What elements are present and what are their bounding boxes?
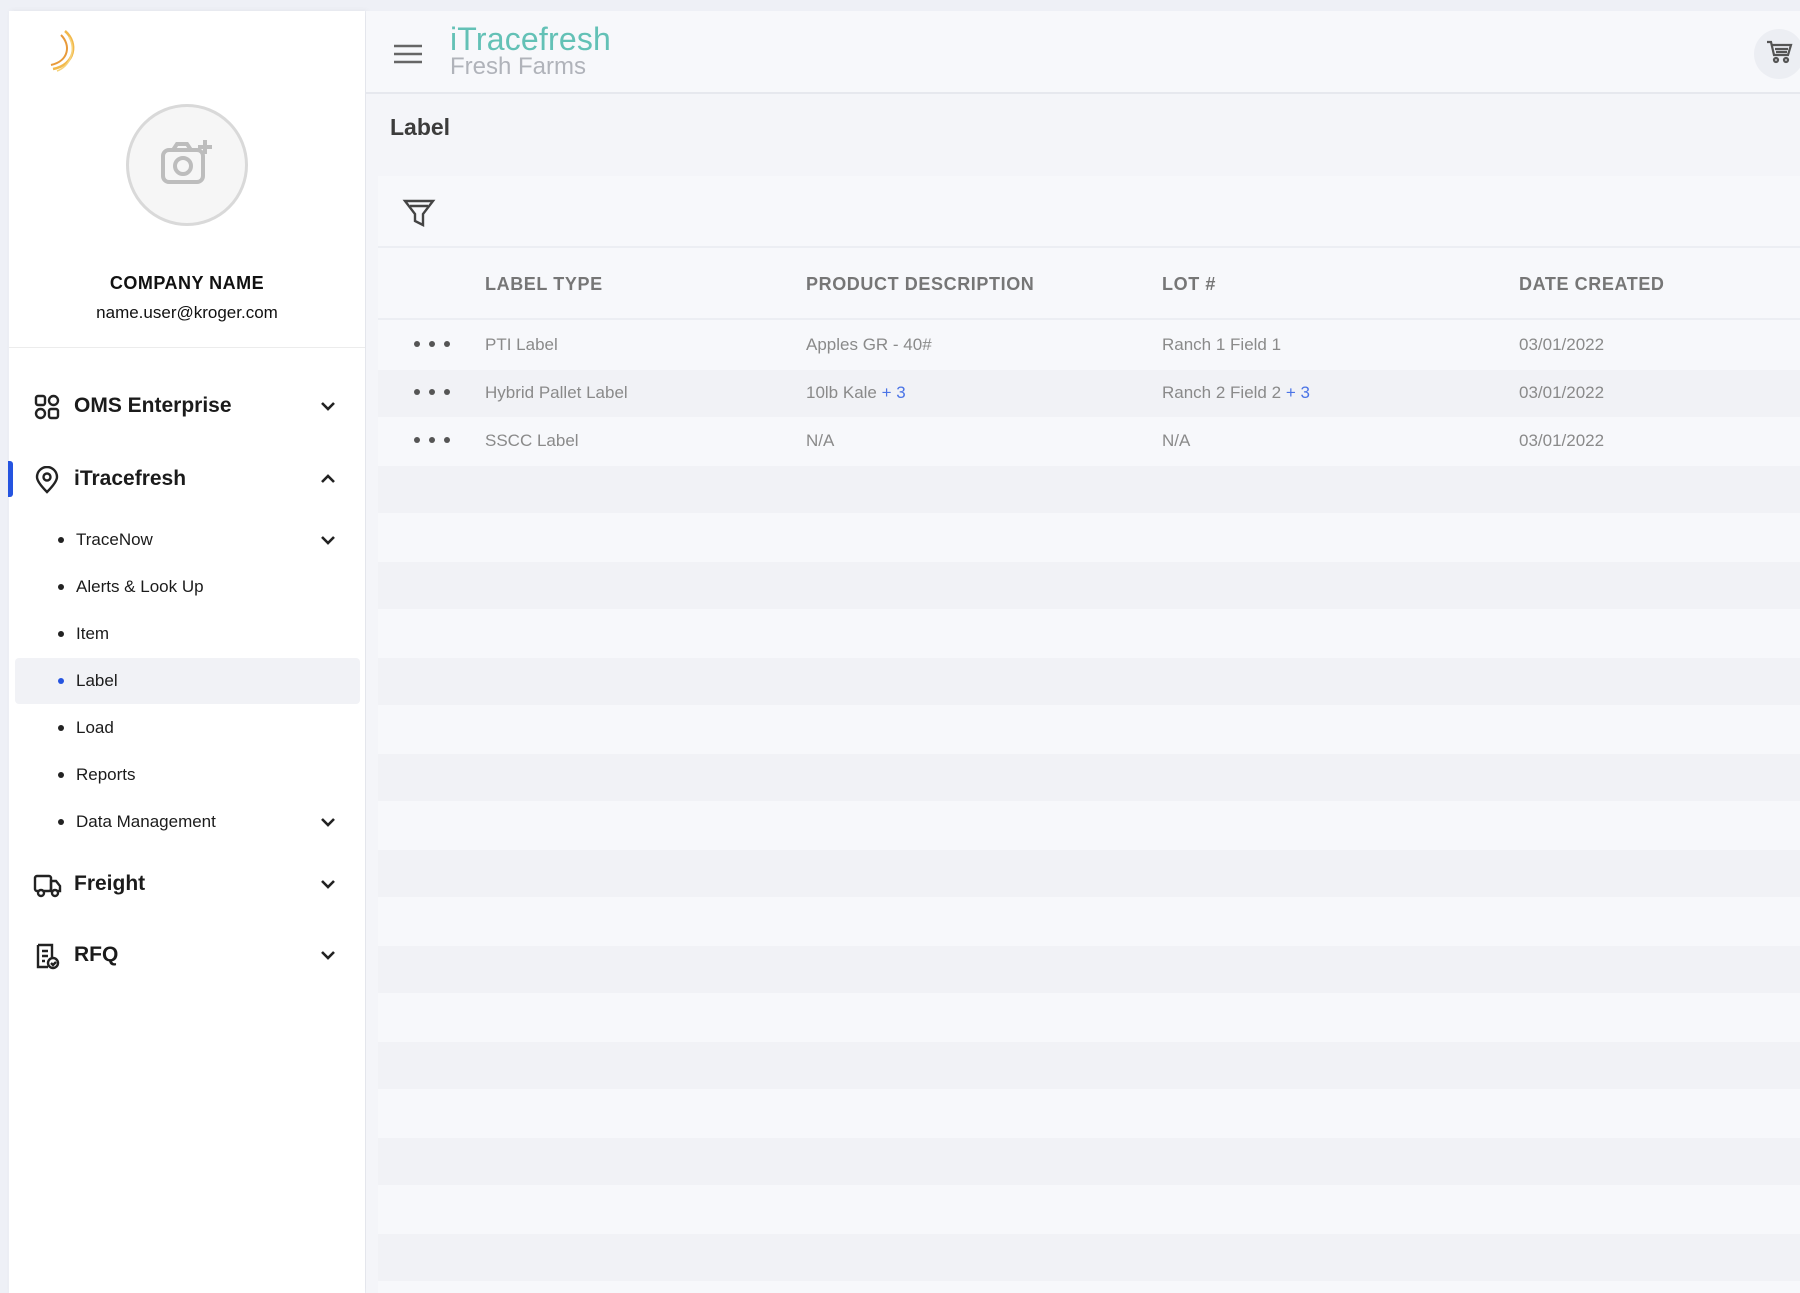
bullet bbox=[58, 631, 64, 637]
document-check-icon bbox=[33, 942, 61, 970]
sidebar-item-alerts-look-up[interactable]: Alerts & Look Up bbox=[15, 564, 360, 610]
location-pin-icon bbox=[33, 465, 61, 494]
empty-row-stripe bbox=[378, 1138, 1800, 1185]
nav-section-rfq[interactable]: RFQ bbox=[9, 930, 365, 980]
cell-date-created: 03/01/2022 bbox=[1519, 335, 1605, 354]
product-text: Apples GR - 40# bbox=[806, 335, 932, 354]
empty-row-stripe bbox=[378, 562, 1800, 609]
truck-icon bbox=[33, 871, 62, 899]
sidebar-item-tracenow[interactable]: TraceNow bbox=[15, 517, 360, 563]
sidebar-item-item[interactable]: Item bbox=[15, 611, 360, 657]
cell-label-type: Hybrid Pallet Label bbox=[485, 383, 628, 402]
lot-text: N/A bbox=[1162, 431, 1191, 450]
empty-row-stripe bbox=[378, 466, 1800, 513]
column-header-lot[interactable]: LOT # bbox=[1162, 274, 1216, 295]
table-header: LABEL TYPE PRODUCT DESCRIPTION LOT # DAT… bbox=[378, 250, 1800, 320]
chevron-down-icon bbox=[319, 947, 337, 963]
sidebar-item-label: Item bbox=[76, 624, 110, 643]
chevron-down-icon bbox=[319, 876, 337, 892]
more-options-icon[interactable] bbox=[414, 430, 450, 450]
empty-row-stripe bbox=[378, 1234, 1800, 1281]
user-email: name.user@kroger.com bbox=[96, 303, 278, 322]
bullet bbox=[58, 584, 64, 590]
bullet bbox=[58, 819, 64, 825]
product-text: 10lb Kale bbox=[806, 383, 877, 402]
cell-lot: N/A bbox=[1162, 431, 1190, 451]
sidebar-divider bbox=[9, 347, 365, 348]
label-table-panel: LABEL TYPE PRODUCT DESCRIPTION LOT # DAT… bbox=[378, 176, 1800, 1293]
bullet bbox=[58, 725, 64, 731]
cart-button[interactable] bbox=[1754, 29, 1800, 79]
nav-section-freight[interactable]: Freight bbox=[9, 859, 365, 909]
cell-product-description: Apples GR - 40# bbox=[806, 335, 932, 355]
chevron-up-icon bbox=[319, 471, 337, 487]
cell-date-created: 03/01/2022 bbox=[1519, 383, 1605, 402]
cell-label-type: PTI Label bbox=[485, 335, 558, 354]
chevron-down-icon bbox=[319, 814, 337, 830]
cart-icon bbox=[1765, 39, 1793, 70]
nav-section-itracefresh[interactable]: iTracefresh bbox=[9, 454, 365, 504]
empty-row-stripe bbox=[378, 850, 1800, 897]
sidebar-item-reports[interactable]: Reports bbox=[15, 752, 360, 798]
table-row[interactable]: SSCC Label N/A N/A 03/01/2022 bbox=[378, 418, 1800, 465]
sidebar-item-load[interactable]: Load bbox=[15, 705, 360, 751]
sidebar-item-label: Reports bbox=[76, 765, 136, 784]
bullet bbox=[58, 772, 64, 778]
more-options-icon[interactable] bbox=[414, 334, 450, 354]
cell-date-created: 03/01/2022 bbox=[1519, 431, 1605, 450]
chevron-down-icon bbox=[319, 532, 337, 548]
menu-icon[interactable] bbox=[392, 42, 424, 66]
lot-text: Ranch 1 Field 1 bbox=[1162, 335, 1282, 354]
column-header-label-type[interactable]: LABEL TYPE bbox=[485, 274, 603, 295]
sidebar-item-data-management[interactable]: Data Management bbox=[15, 799, 360, 845]
empty-row-stripe bbox=[378, 1042, 1800, 1089]
nav-section-label: iTracefresh bbox=[74, 467, 187, 490]
main-content: iTracefresh Fresh Farms Label LABEL TYPE… bbox=[366, 11, 1800, 1293]
column-header-product-description[interactable]: PRODUCT DESCRIPTION bbox=[806, 274, 1034, 295]
cell-product-description: N/A bbox=[806, 431, 834, 451]
product-text: N/A bbox=[806, 431, 835, 450]
more-products-link[interactable]: + 3 bbox=[882, 383, 906, 402]
sidebar-item-label: Alerts & Look Up bbox=[76, 577, 204, 596]
sidebar: COMPANY NAME name.user@kroger.com OMS En… bbox=[8, 11, 365, 1293]
sidebar-item-label-active[interactable]: Label bbox=[15, 658, 360, 704]
brand-subtitle: Fresh Farms bbox=[450, 53, 587, 80]
nav-section-label: RFQ bbox=[74, 943, 119, 966]
bullet bbox=[58, 537, 64, 543]
nav-section-oms-enterprise[interactable]: OMS Enterprise bbox=[9, 381, 365, 431]
avatar-upload[interactable] bbox=[126, 104, 248, 226]
camera-add-icon bbox=[159, 138, 215, 193]
empty-row-stripe bbox=[378, 754, 1800, 801]
top-bar: iTracefresh Fresh Farms bbox=[366, 11, 1800, 94]
page-title: Label bbox=[390, 114, 451, 140]
sidebar-item-label: Data Management bbox=[76, 812, 216, 831]
table-row[interactable]: Hybrid Pallet Label 10lb Kale + 3 Ranch … bbox=[378, 370, 1800, 417]
table-row[interactable]: PTI Label Apples GR - 40# Ranch 1 Field … bbox=[378, 322, 1800, 369]
nav-section-label: Freight bbox=[74, 872, 146, 895]
sidebar-item-label: TraceNow bbox=[76, 530, 153, 549]
sidebar-item-label: Load bbox=[76, 718, 114, 737]
lot-text: Ranch 2 Field 2 bbox=[1162, 383, 1282, 402]
nav-section-label: OMS Enterprise bbox=[74, 394, 232, 417]
filter-bar bbox=[378, 176, 1800, 248]
cell-lot: Ranch 1 Field 1 bbox=[1162, 335, 1281, 355]
cell-lot: Ranch 2 Field 2 + 3 bbox=[1162, 383, 1310, 403]
filter-icon[interactable] bbox=[402, 196, 436, 230]
cell-label-type: SSCC Label bbox=[485, 431, 579, 450]
sidebar-item-label: Label bbox=[76, 671, 118, 690]
company-name: COMPANY NAME bbox=[109, 273, 265, 293]
more-lots-link[interactable]: + 3 bbox=[1286, 383, 1310, 402]
empty-row-stripe bbox=[378, 658, 1800, 705]
grid-icon bbox=[33, 393, 61, 421]
cell-product-description: 10lb Kale + 3 bbox=[806, 383, 906, 403]
column-header-date-created[interactable]: DATE CREATED bbox=[1519, 274, 1665, 295]
bullet bbox=[58, 678, 64, 684]
more-options-icon[interactable] bbox=[414, 382, 450, 402]
chevron-down-icon bbox=[319, 398, 337, 414]
empty-row-stripe bbox=[378, 946, 1800, 993]
company-logo[interactable] bbox=[39, 25, 89, 85]
